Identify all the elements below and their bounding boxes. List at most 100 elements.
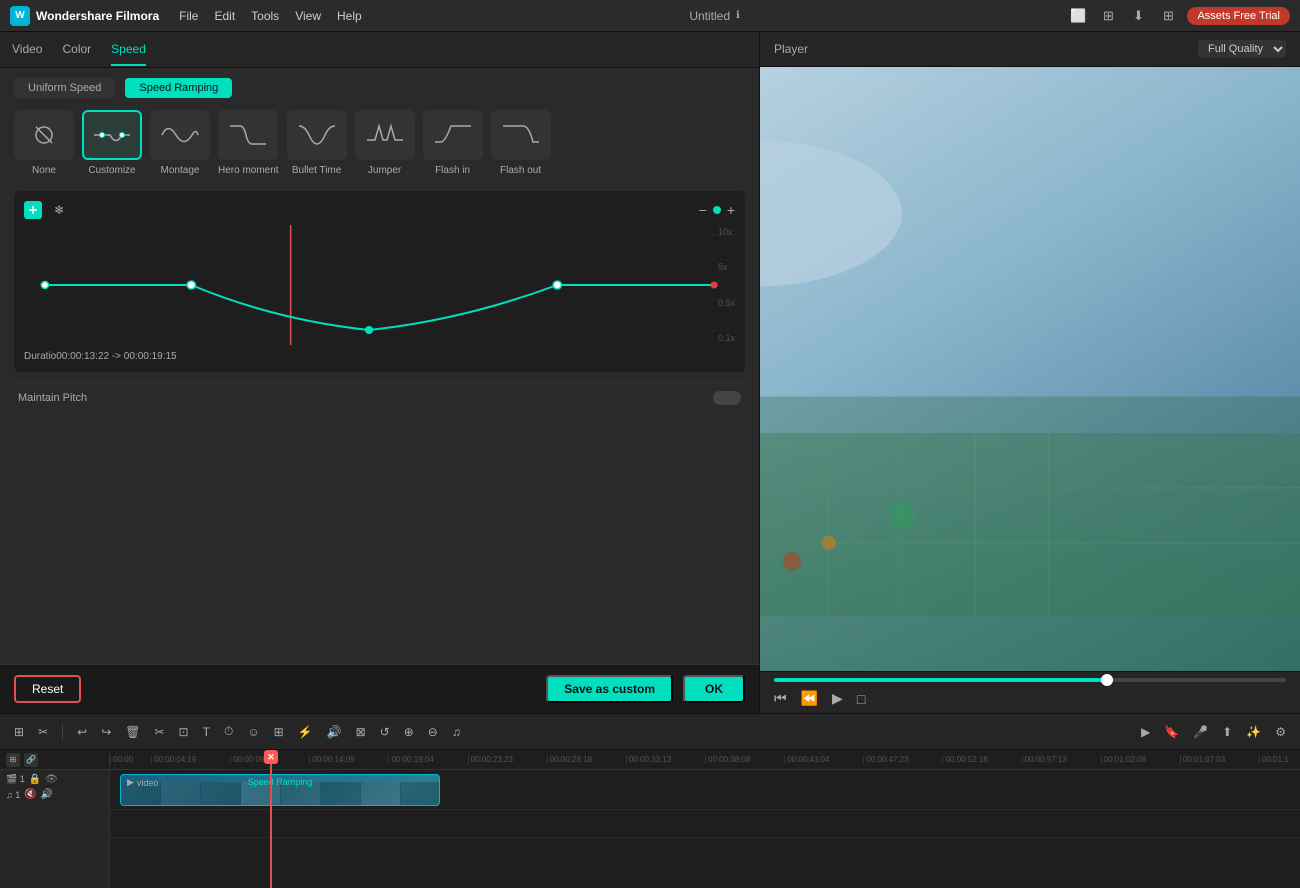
speed-btn[interactable]: ⚡ [294, 723, 317, 741]
redo-btn[interactable]: ↪ [97, 723, 115, 741]
layout-icon[interactable]: ⊞ [1097, 5, 1119, 27]
mic-btn[interactable]: 🎤 [1189, 723, 1212, 741]
emoji-btn[interactable]: ☺ [243, 723, 263, 741]
zoom-minus-btn[interactable]: − [699, 202, 707, 218]
tab-color[interactable]: Color [62, 34, 91, 66]
preset-hero[interactable]: Hero moment [218, 110, 279, 177]
video-clip[interactable]: Speed Ramping ▶ video [120, 774, 440, 806]
bookmark-btn[interactable]: 🔖 [1160, 723, 1183, 741]
preset-hero-icon [218, 110, 278, 160]
audio-volume-icon[interactable]: 🔊 [41, 789, 53, 800]
preset-none[interactable]: None [14, 110, 74, 177]
track-lock-icon[interactable]: 🔒 [29, 774, 41, 785]
video-track-control: 🎬 1 🔒 👁 [0, 770, 110, 789]
track-eye-icon[interactable]: 👁 [45, 774, 58, 785]
duration-text: Duratio00:00:13:22 -> 00:00:19:15 [24, 351, 735, 362]
split-btn[interactable]: ⊠ [352, 723, 370, 741]
ruler-9: 00:00:43:04 [784, 755, 863, 764]
clip-thumb-6 [321, 782, 361, 806]
monitor-icon[interactable]: ⬜ [1067, 5, 1089, 27]
select-tool-btn[interactable]: ⊞ [10, 723, 28, 741]
rotate-btn[interactable]: ↺ [376, 723, 394, 741]
preset-montage[interactable]: Montage [150, 110, 210, 177]
assets-free-trial-button[interactable]: Assets Free Trial [1187, 7, 1290, 25]
menu-file[interactable]: File [179, 9, 198, 23]
menu-edit[interactable]: Edit [214, 9, 235, 23]
ruler-15: 00:01:1 [1259, 755, 1300, 764]
zoom-plus-btn[interactable]: + [727, 202, 735, 218]
sub-tabs: Uniform Speed Speed Ramping [14, 78, 745, 98]
bottom-bar: Reset Save as custom OK [0, 664, 759, 713]
preset-flash-in[interactable]: Flash in [423, 110, 483, 177]
maintain-pitch-label: Maintain Pitch [18, 392, 87, 404]
ruler-12: 00:00:57:13 [1022, 755, 1101, 764]
play-tl-btn[interactable]: ▶ [1137, 723, 1154, 741]
play-button[interactable]: ▶ [832, 690, 843, 707]
time-ruler: 00:00 00:00:04:19 00:00:09:14 00:00:14:0… [110, 750, 1300, 770]
fullscreen-button[interactable]: □ [857, 691, 865, 707]
preset-bullet[interactable]: Bullet Time [287, 110, 347, 177]
tab-video[interactable]: Video [12, 34, 42, 66]
graph-container[interactable]: 10x 5x 0.5x 0.1x [24, 225, 735, 345]
playhead[interactable]: ✕ [270, 750, 272, 888]
save-as-custom-button[interactable]: Save as custom [546, 675, 673, 703]
audio-mute-icon[interactable]: 🔇 [24, 789, 36, 800]
link-btn[interactable]: 🔗 [24, 753, 38, 767]
preset-jumper-icon [355, 110, 415, 160]
clip-label: ▶ video [127, 777, 158, 788]
reset-button[interactable]: Reset [14, 675, 81, 703]
text-btn[interactable]: T [199, 723, 214, 741]
overlay-btn[interactable]: ⊞ [270, 723, 288, 741]
preset-customize[interactable]: Customize [82, 110, 142, 177]
razor-tool-btn[interactable]: ✂ [34, 723, 52, 741]
magic-btn[interactable]: ✨ [1242, 723, 1265, 741]
preset-flash-out-icon [491, 110, 551, 160]
export-btn[interactable]: ⬆ [1218, 723, 1236, 741]
crop-btn[interactable]: ⊡ [175, 723, 193, 741]
rewind-button[interactable]: ⏮ [774, 690, 787, 707]
preset-flash-in-icon [423, 110, 483, 160]
speed-content: Uniform Speed Speed Ramping None [0, 68, 759, 664]
graph-area: ❄ − + [14, 191, 745, 372]
add-track-btn[interactable]: ⊞ [6, 753, 20, 767]
zoom-in-btn[interactable]: ⊕ [400, 723, 418, 741]
menu-view[interactable]: View [295, 9, 321, 23]
maintain-pitch-toggle[interactable] [713, 391, 741, 405]
menu-help[interactable]: Help [337, 9, 362, 23]
graph-snowflake-btn[interactable]: ❄ [50, 201, 68, 219]
audio-btn[interactable]: ♫ [448, 723, 465, 741]
y-label-01x: 0.1x [718, 333, 735, 343]
menu-bar: File Edit Tools View Help [179, 9, 362, 23]
volume-btn[interactable]: 🔊 [323, 723, 346, 741]
cut-btn[interactable]: ✂ [150, 723, 168, 741]
menu-tools[interactable]: Tools [251, 9, 279, 23]
zoom-out-btn[interactable]: ⊖ [424, 723, 442, 741]
graph-toolbar: ❄ − + [24, 201, 735, 219]
playhead-head[interactable]: ✕ [264, 750, 278, 764]
step-back-button[interactable]: ⏪ [801, 690, 818, 707]
clip-thumb-3 [201, 782, 241, 806]
right-buttons: Save as custom OK [546, 675, 745, 703]
preset-flash-out[interactable]: Flash out [491, 110, 551, 177]
graph-color-btn[interactable] [24, 201, 42, 219]
title-icon: ℹ [736, 10, 740, 21]
right-panel: Player Full Quality 1/2 Quality 1/4 Qual… [760, 32, 1300, 713]
settings-btn[interactable]: ⚙ [1271, 723, 1290, 741]
ruler-10: 00:00:47:23 [863, 755, 942, 764]
preset-jumper[interactable]: Jumper [355, 110, 415, 177]
undo-btn[interactable]: ↩ [73, 723, 91, 741]
download-icon[interactable]: ⬇ [1127, 5, 1149, 27]
ok-button[interactable]: OK [683, 675, 745, 703]
progress-thumb[interactable] [1101, 674, 1113, 686]
ruler-3: 00:00:14:09 [309, 755, 388, 764]
sub-tab-uniform[interactable]: Uniform Speed [14, 78, 115, 98]
ruler-7: 00:00:33:13 [626, 755, 705, 764]
quality-select[interactable]: Full Quality 1/2 Quality 1/4 Quality [1198, 40, 1286, 58]
delete-btn[interactable]: 🗑 [121, 723, 144, 741]
sub-tab-ramping[interactable]: Speed Ramping [125, 78, 232, 98]
tab-speed[interactable]: Speed [111, 34, 146, 66]
grid-icon[interactable]: ⊞ [1157, 5, 1179, 27]
clock-btn[interactable]: ⏱ [220, 722, 237, 741]
progress-bar[interactable] [774, 678, 1286, 682]
player-label: Player [774, 42, 808, 56]
